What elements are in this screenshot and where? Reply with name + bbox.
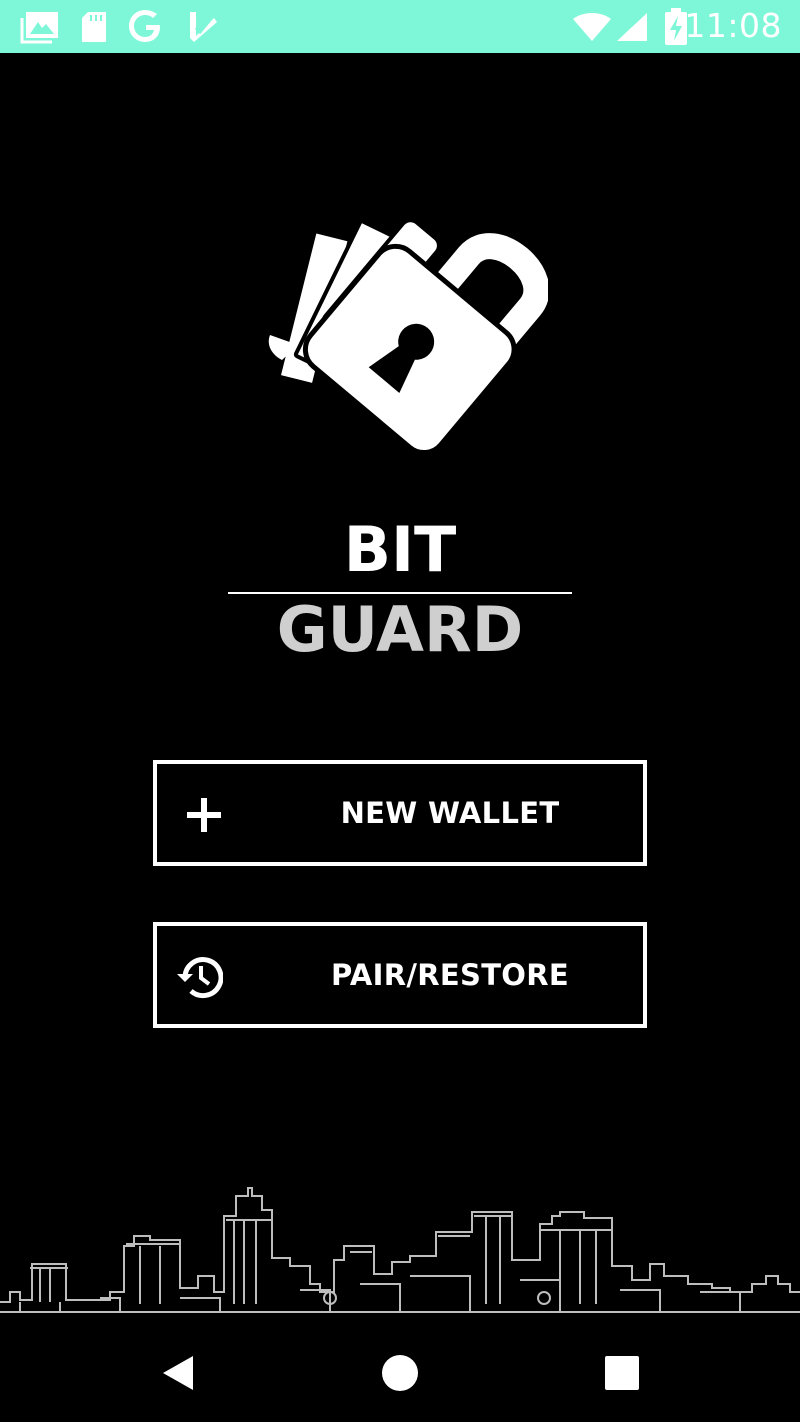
pair-restore-label: PAIR/RESTORE (331, 958, 569, 992)
google-icon (129, 10, 160, 42)
new-wallet-label: NEW WALLET (340, 796, 560, 830)
pair-restore-button[interactable]: PAIR/RESTORE (153, 922, 647, 1028)
plus-icon (187, 798, 221, 832)
signal-icon (617, 13, 647, 41)
status-bar: 11:08 (0, 0, 800, 53)
title-word-guard: GUARD (276, 593, 524, 666)
wifi-icon (573, 13, 611, 41)
history-icon (177, 957, 223, 999)
city-skyline-illustration (0, 1187, 800, 1313)
new-wallet-button[interactable]: NEW WALLET (153, 760, 647, 866)
back-icon[interactable] (155, 1348, 205, 1398)
title-word-bit: BIT (343, 513, 457, 586)
app-title: BIT GUARD (228, 510, 572, 666)
navigation-bar (0, 1318, 800, 1422)
recents-icon[interactable] (597, 1348, 647, 1398)
home-icon[interactable] (375, 1348, 425, 1398)
clock-time: 11:08 (684, 6, 782, 45)
bitguard-logo-icon (268, 218, 548, 456)
gallery-icon (20, 12, 58, 44)
check-icon (190, 12, 217, 42)
sd-card-icon (82, 12, 106, 42)
